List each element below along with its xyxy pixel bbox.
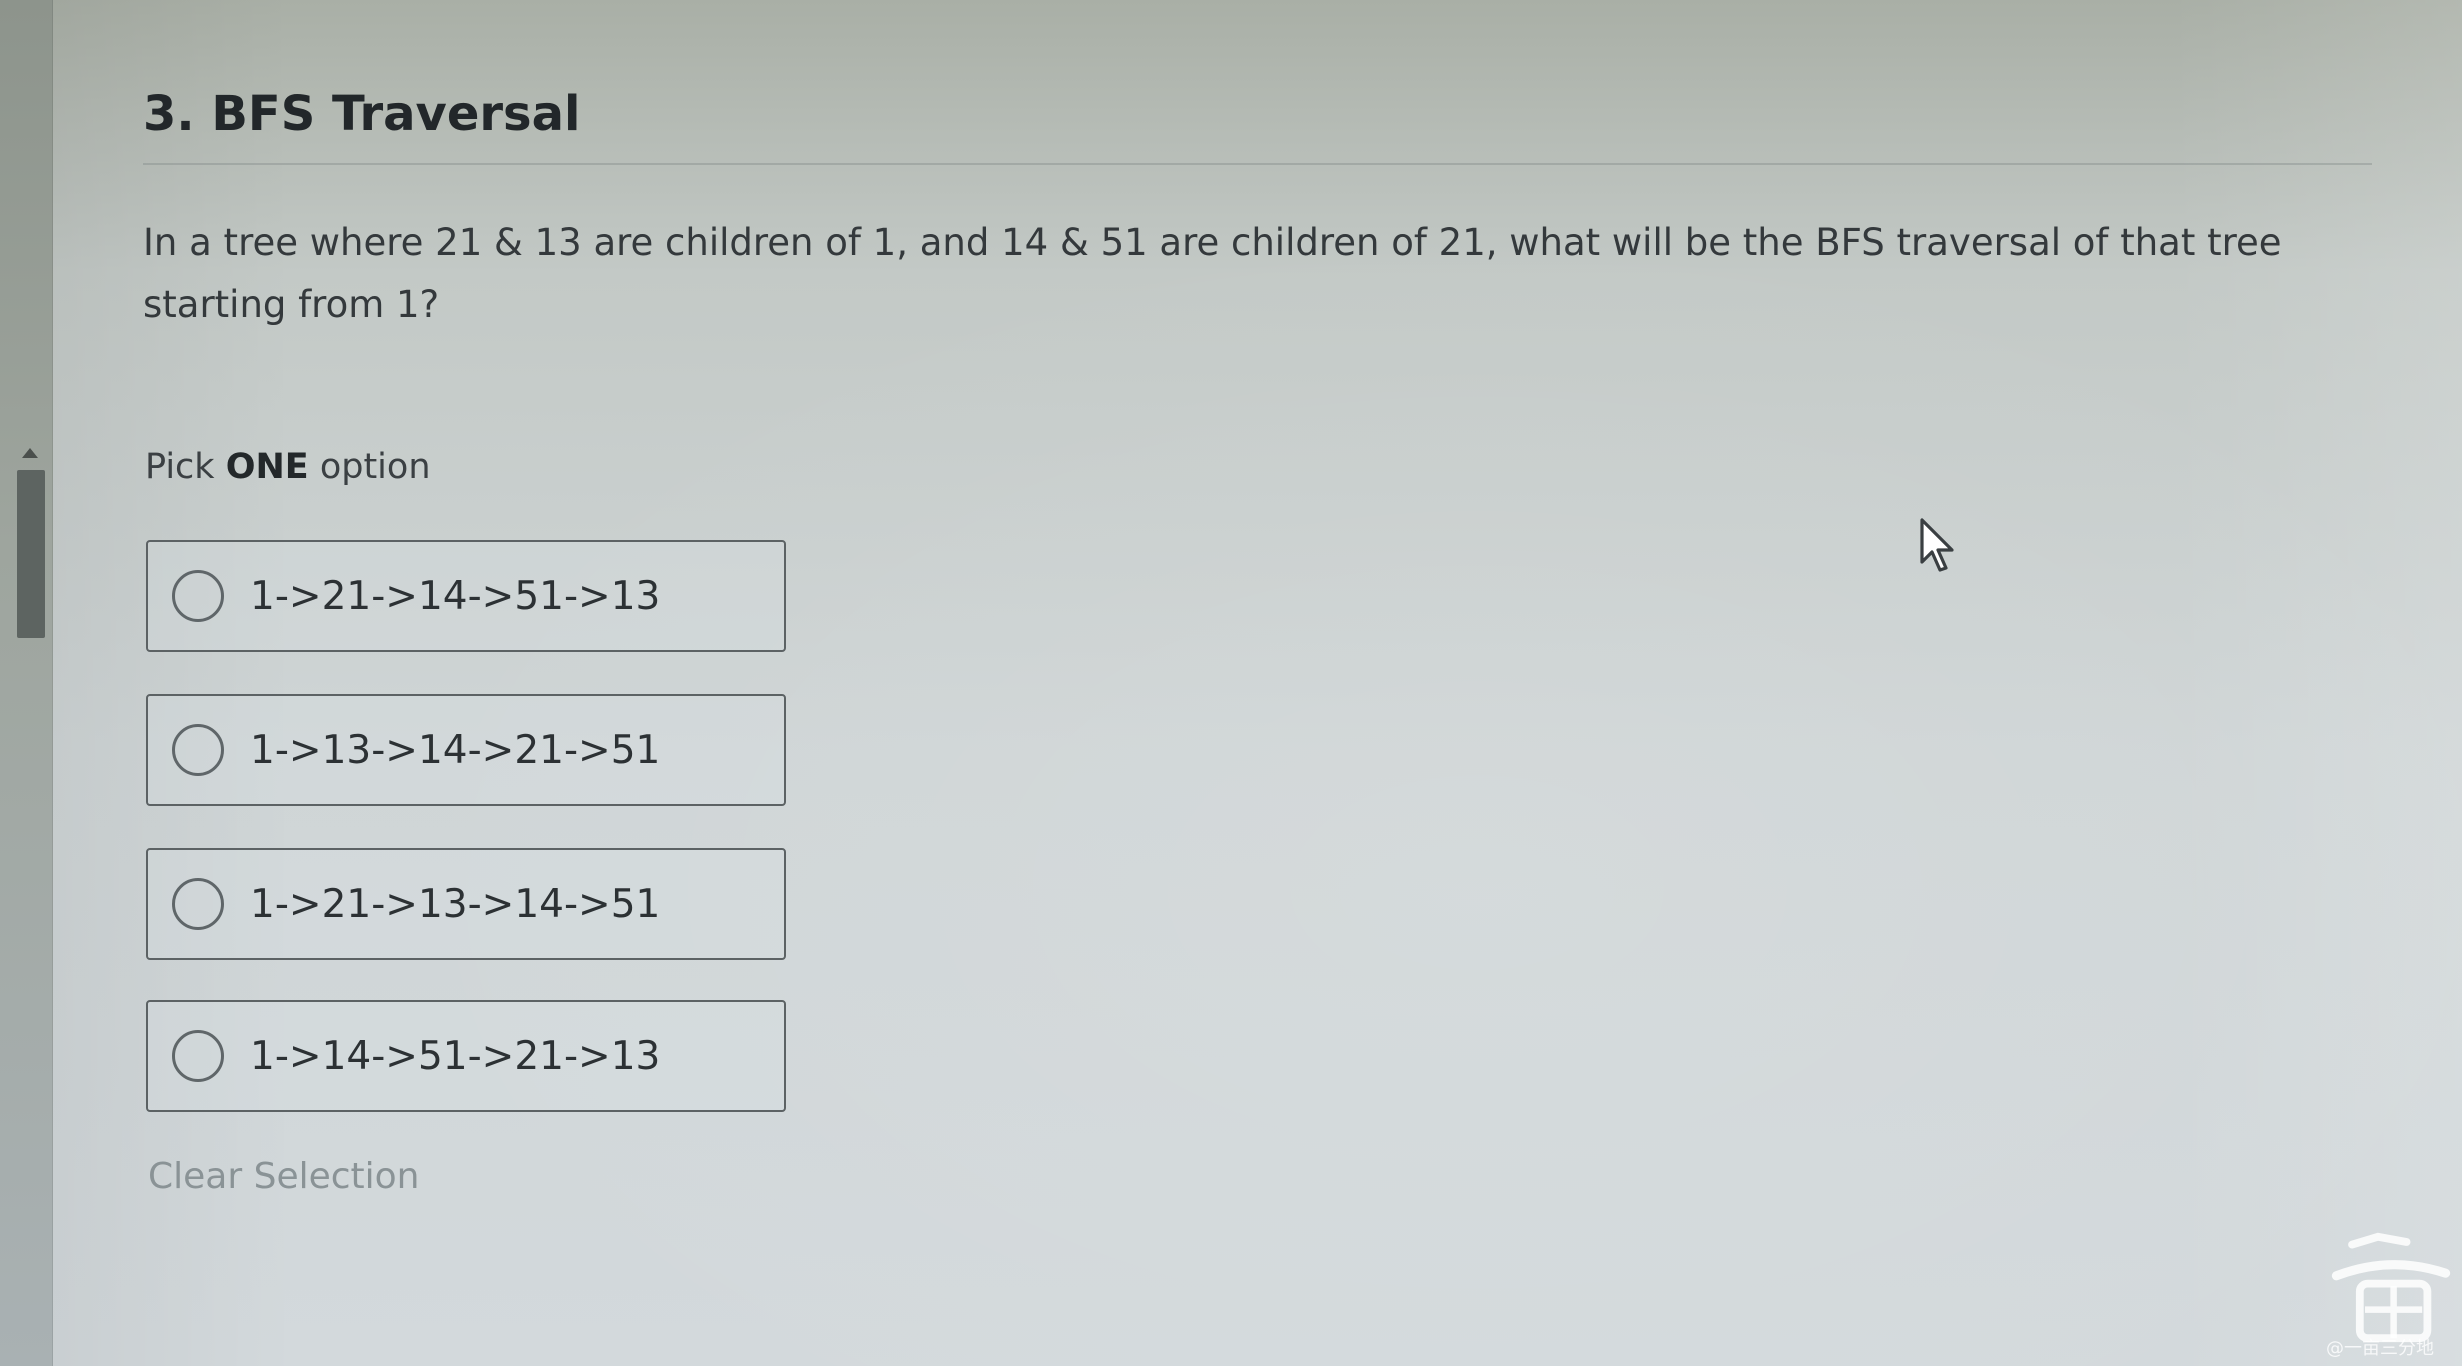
pick-one-instruction: Pick ONE option [145,447,431,487]
scrollbar-track[interactable] [0,0,53,1366]
watermark-text: @一亩三分地 [2326,1338,2434,1359]
radio-button[interactable] [172,724,224,776]
mouse-pointer-icon [1920,518,1954,572]
option-1[interactable]: 1->21->14->51->13 [146,540,786,652]
option-label: 1->13->14->21->51 [250,727,661,773]
option-label: 1->21->14->51->13 [250,573,661,619]
scroll-up-arrow-icon[interactable] [22,448,38,458]
pick-prefix: Pick [145,447,215,487]
clear-selection-link[interactable]: Clear Selection [148,1156,420,1197]
radio-button[interactable] [172,1030,224,1082]
question-prompt: In a tree where 21 & 13 are children of … [143,221,2282,326]
pick-bold: ONE [225,447,309,487]
title-divider [143,163,2372,165]
radio-button[interactable] [172,570,224,622]
option-2[interactable]: 1->13->14->21->51 [146,694,786,806]
radio-button[interactable] [172,878,224,930]
scrollbar-thumb[interactable] [17,470,45,638]
pick-suffix: option [319,447,431,487]
option-3[interactable]: 1->21->13->14->51 [146,848,786,960]
question-title: 3. BFS Traversal [143,86,581,142]
option-4[interactable]: 1->14->51->21->13 [146,1000,786,1112]
option-label: 1->14->51->21->13 [250,1033,661,1079]
option-label: 1->21->13->14->51 [250,881,661,927]
